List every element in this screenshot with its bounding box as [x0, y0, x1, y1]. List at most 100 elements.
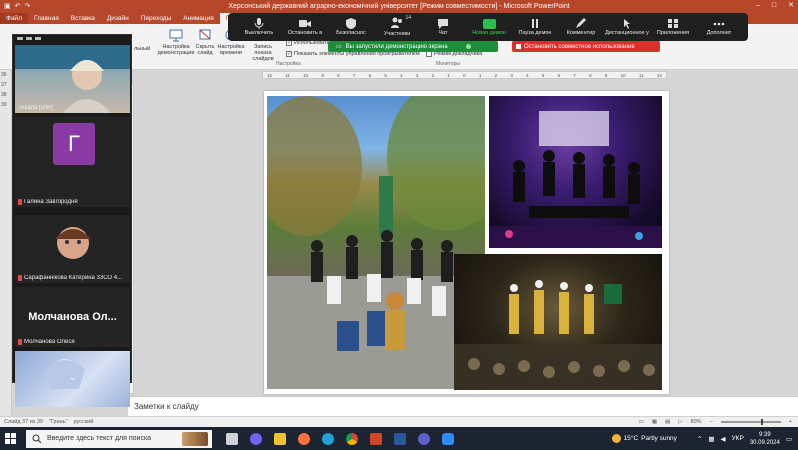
muted-mic-icon: [18, 339, 22, 345]
chrome-icon[interactable]: [346, 432, 358, 445]
search-highlight-image: [182, 431, 208, 446]
zoom-slider-knob[interactable]: [760, 419, 763, 425]
ruler-tick-label: 6: [557, 73, 561, 78]
edge-icon[interactable]: [322, 432, 334, 445]
ruler-tick-label: 5: [541, 73, 545, 78]
participant-name-text: Сарафаннікова Катерина 33СО 4...: [24, 275, 123, 281]
panel-layout-icon[interactable]: [35, 37, 41, 40]
tab-animations[interactable]: Анимация: [177, 13, 220, 24]
slide-thumbnails-strip[interactable]: 36 37 38 39: [0, 70, 12, 416]
ruler-tick-label: 4: [526, 73, 529, 78]
section-label-setup: Настройка: [276, 61, 301, 67]
more-button[interactable]: Дополнит: [696, 18, 742, 36]
word-icon[interactable]: [394, 432, 406, 445]
stage-dancers-photo-art: [489, 111, 662, 248]
tab-file[interactable]: Файл: [0, 13, 28, 24]
ruler-tick-label: 7: [573, 73, 576, 78]
tab-transitions[interactable]: Переходы: [135, 13, 178, 24]
partial-label-text: льный: [134, 46, 151, 52]
participant-tile-video[interactable]: Tetiana [GW]: [15, 45, 130, 113]
participant-tile-name[interactable]: Молчанова Ол... Молчанова Олеся: [15, 287, 130, 347]
thumb-number[interactable]: 38: [0, 90, 11, 100]
zoom-out-icon[interactable]: −: [710, 419, 713, 425]
remote-control-label: Дистанционное у: [605, 30, 649, 36]
maximize-button[interactable]: □: [772, 0, 776, 12]
panel-view-icon[interactable]: [17, 37, 23, 40]
file-explorer-icon[interactable]: [274, 432, 286, 445]
slide-photo-stage-dancers[interactable]: [489, 96, 662, 248]
viber-icon[interactable]: [250, 432, 262, 445]
close-button[interactable]: ✕: [788, 0, 794, 12]
zoom-slider[interactable]: [720, 419, 781, 425]
ruler-tick-label: 1: [478, 73, 482, 78]
participants-button[interactable]: 14 Участники: [374, 15, 420, 37]
participant-tile-video[interactable]: Сарафаннікова Катерина 33СО 4...: [15, 215, 130, 283]
volume-icon[interactable]: ◀: [721, 435, 726, 443]
taskbar-clock[interactable]: 9:39 30.09.2024: [750, 431, 780, 447]
sorter-view-icon[interactable]: ▦: [652, 419, 657, 425]
security-button[interactable]: Безопаснос: [328, 18, 374, 36]
ruler-tick-label: 3: [415, 73, 419, 78]
section-label-monitors: Мониторы: [436, 61, 460, 67]
search-icon: [32, 434, 41, 443]
new-share-label: Новая демон: [472, 29, 506, 36]
start-button[interactable]: [0, 427, 20, 450]
taskbar-search-box[interactable]: Введите здесь текст для поиска: [26, 429, 212, 448]
weather-widget[interactable]: 15°C Partly sunny: [611, 434, 677, 443]
rehearse-timings-label: Настройка времени: [217, 44, 245, 56]
stop-share-button[interactable]: Остановить совместное использование: [512, 41, 660, 52]
keyboard-language[interactable]: УКР: [732, 435, 744, 442]
participant-tile-avatar[interactable]: Г Галина Завгородня: [15, 117, 130, 207]
stop-video-button[interactable]: Остановить в: [282, 18, 328, 36]
thumb-number[interactable]: 36: [0, 70, 11, 80]
slide-photo-concert-stage[interactable]: [454, 254, 662, 390]
zoom-in-icon[interactable]: +: [789, 419, 792, 425]
outdoor-group-photo-art: [267, 96, 485, 389]
zoom-level[interactable]: 80%: [691, 419, 702, 425]
tab-insert[interactable]: Вставка: [65, 13, 101, 24]
normal-view-icon[interactable]: ▭: [639, 419, 644, 425]
search-placeholder: Введите здесь текст для поиска: [47, 435, 152, 442]
mute-button[interactable]: Выключить: [236, 18, 282, 36]
participant-name-text: Tetiana [GW]: [18, 105, 53, 111]
chat-button[interactable]: Чат: [420, 18, 466, 36]
record-slideshow-label: Запись показа слайдов: [252, 44, 274, 62]
minimize-button[interactable]: –: [756, 0, 760, 12]
zoom-icon[interactable]: [442, 432, 454, 445]
powerpoint-icon[interactable]: [370, 432, 382, 445]
thumb-number[interactable]: 39: [0, 100, 11, 110]
network-icon[interactable]: ▦: [708, 435, 714, 443]
setup-slideshow-button[interactable]: Настройка демонстрации: [158, 28, 194, 56]
participant-display-name: Молчанова Ол...: [28, 311, 117, 323]
hide-slide-icon: [199, 29, 211, 40]
checkbox-box[interactable]: ✓: [286, 51, 292, 57]
slide-notes-pane[interactable]: Заметки к слайду: [128, 396, 798, 416]
chat-app-icon[interactable]: [418, 432, 430, 445]
annotate-button[interactable]: Комментир: [558, 18, 604, 36]
tab-home[interactable]: Главная: [28, 13, 65, 24]
tab-design[interactable]: Дизайн: [101, 13, 135, 24]
panel-grid-icon[interactable]: [26, 37, 32, 40]
apps-button[interactable]: Приложения: [650, 18, 696, 36]
hide-slide-button[interactable]: Скрыть слайд: [194, 28, 216, 56]
share-screen-icon: [482, 18, 496, 29]
slide-canvas[interactable]: [264, 91, 669, 394]
new-share-button[interactable]: Новая демон: [466, 18, 512, 36]
remote-control-button[interactable]: Дистанционное у: [604, 18, 650, 36]
firefox-icon[interactable]: [298, 432, 310, 445]
ruler-tick-label: 11: [638, 73, 644, 78]
tray-chevron-icon[interactable]: ⌃: [697, 435, 702, 443]
slideshow-view-icon[interactable]: ▷: [678, 419, 682, 425]
chat-label: Чат: [438, 30, 448, 36]
task-view-icon[interactable]: [226, 432, 238, 445]
slide-photo-group-outdoor[interactable]: [267, 96, 485, 389]
notifications-icon[interactable]: ▭: [786, 435, 792, 443]
more-icon: [713, 22, 725, 26]
scroll-down-chevron-icon[interactable]: ⌄: [69, 372, 77, 383]
thumb-number[interactable]: 37: [0, 80, 11, 90]
ruler-tick-label: 7: [352, 73, 356, 78]
pause-share-button[interactable]: Пауза демон: [512, 18, 558, 36]
participant-name-text: Молчанова Олеся: [24, 339, 75, 345]
reading-view-icon[interactable]: ▤: [665, 419, 670, 425]
language-indicator[interactable]: русский: [74, 419, 94, 425]
